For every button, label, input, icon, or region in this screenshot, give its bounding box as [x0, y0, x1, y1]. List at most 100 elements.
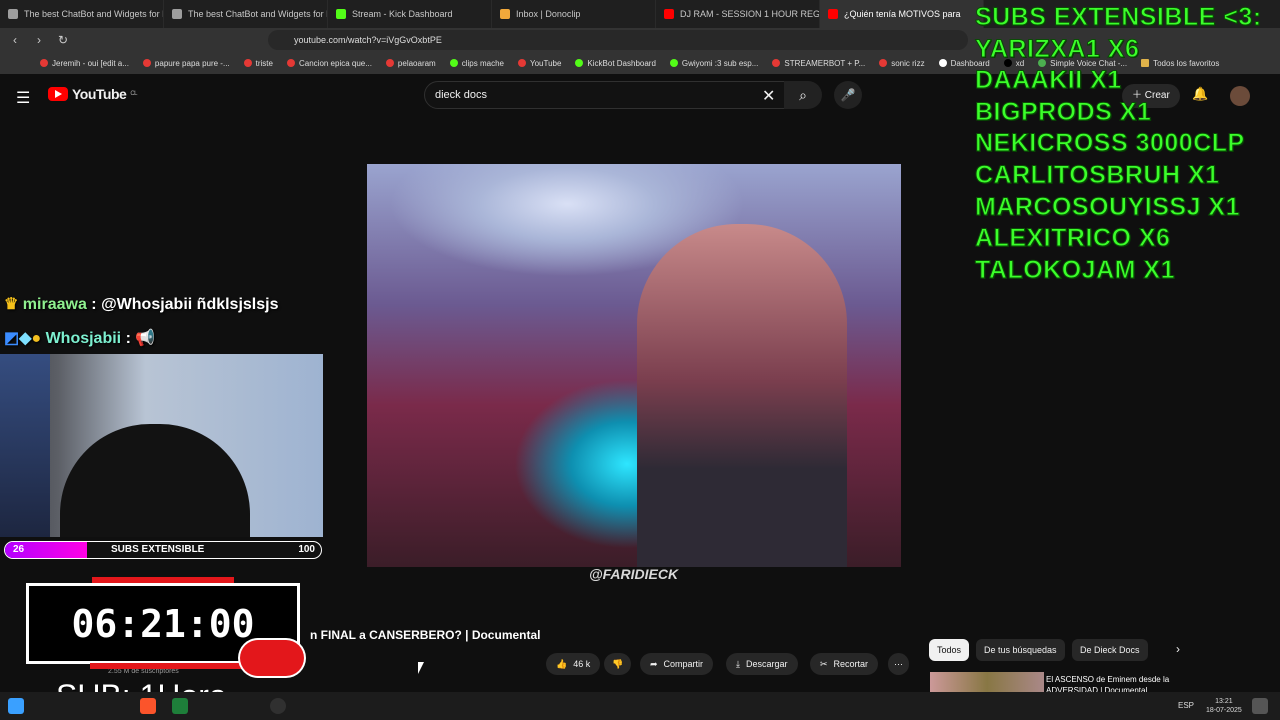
subs-list-title: SUBS EXTENSIBLE <3:	[975, 3, 1262, 32]
goal-target: 100	[298, 544, 315, 555]
bookmark-icon	[142, 59, 151, 67]
video-watermark: @FARIDIECK	[589, 566, 679, 582]
donoclip-icon	[500, 9, 510, 19]
subs-list-item: CARLITOSBRUH X1	[975, 160, 1220, 189]
brave-icon[interactable]	[140, 698, 156, 714]
youtube-icon	[664, 9, 674, 19]
scissors-icon: ✂	[820, 659, 828, 669]
search-button[interactable]: ⌕	[784, 81, 822, 109]
coin-icon: ●	[31, 330, 42, 347]
bookmark-icon	[772, 59, 781, 67]
browser-tab[interactable]: The best ChatBot and Widgets for Ki	[164, 0, 328, 28]
browser-tab[interactable]: The best ChatBot and Widgets for Ki	[0, 0, 164, 28]
subs-list-item: MARCOSOUYISSJ X1	[975, 192, 1241, 221]
subs-list-overlay: SUBS EXTENSIBLE <3: YARIZXA1 X6 DAAAKII …	[975, 2, 1262, 286]
subs-list-item: ALEXITRICO X6	[975, 224, 1171, 253]
browser-tab[interactable]: Inbox | Donoclip	[492, 0, 656, 28]
more-actions-button[interactable]: ⋯	[888, 653, 909, 675]
bookmark-icon	[517, 59, 526, 67]
crown-icon: ♛	[4, 296, 19, 313]
clip-button[interactable]: ✂ Recortar	[810, 653, 879, 675]
bookmark-icon	[938, 59, 947, 67]
youtube-play-icon	[48, 87, 68, 101]
excel-icon[interactable]	[172, 698, 188, 714]
tab-favicon-icon	[172, 9, 182, 19]
emote-icon: 📢	[135, 330, 156, 347]
bookmark[interactable]: Cancion epica que...	[286, 59, 372, 68]
windows-taskbar: ESP	[0, 692, 1280, 720]
bookmark[interactable]: YouTube	[517, 59, 561, 68]
mouse-cursor-icon	[418, 662, 424, 674]
chip-from-channel[interactable]: De Dieck Docs	[1072, 639, 1148, 661]
bookmark-icon	[286, 59, 295, 67]
bookmark-icon	[40, 59, 48, 67]
kick-icon	[336, 9, 346, 19]
bookmark-icon	[449, 59, 458, 67]
browser-tab[interactable]: DJ RAM - SESSION 1 HOUR REGGAE	[656, 0, 820, 28]
bookmark[interactable]: sonic rizz	[879, 59, 925, 68]
video-player[interactable]	[367, 164, 901, 567]
obs-icon[interactable]	[270, 698, 286, 714]
video-frame-person	[637, 224, 847, 567]
share-button[interactable]: ➦ Compartir	[640, 653, 714, 675]
language-indicator[interactable]: ESP	[1178, 701, 1194, 710]
clear-search-icon[interactable]: ✕	[762, 86, 775, 106]
goal-label: SUBS EXTENSIBLE	[111, 544, 205, 555]
bookmark[interactable]: STREAMERBOT + P...	[772, 59, 865, 68]
subs-list-item: DAAAKII X1	[975, 66, 1122, 95]
youtube-icon	[828, 9, 838, 19]
youtube-logo[interactable]: YouTube CL	[48, 86, 137, 102]
bookmark[interactable]: papure papa pure -...	[142, 59, 230, 68]
chip-all[interactable]: Todos	[929, 639, 970, 661]
start-icon[interactable]	[8, 698, 24, 714]
webcam-background-poster	[0, 354, 50, 537]
notifications-center-icon[interactable]	[1252, 698, 1268, 714]
chat-message: ♛ miraawa : @Whosjabii ñdklsjslsjs	[4, 296, 279, 313]
gem-icon: ◆	[19, 330, 32, 347]
webcam-feed	[0, 354, 323, 537]
bookmark[interactable]: Jeremih - oui [edit a...	[40, 59, 129, 68]
bookmark-icon	[575, 59, 584, 67]
thumbs-down-icon: 👎	[612, 659, 624, 669]
download-icon: ⤓	[736, 659, 740, 669]
video-title: n FINAL a CANSERBERO? | Documental	[310, 628, 541, 642]
download-button[interactable]: ⤓ Descargar	[726, 653, 798, 675]
reload-icon[interactable]: ↻	[54, 33, 72, 47]
chat-text: @Whosjabii ñdklsjslsjs	[101, 296, 279, 313]
dislike-button[interactable]: 👎	[604, 653, 632, 675]
bookmark[interactable]: clips mache	[449, 59, 504, 68]
subscriber-count: 2.55 M de suscriptores	[108, 668, 179, 675]
bookmark[interactable]: triste	[243, 59, 273, 68]
bookmark-icon	[385, 59, 394, 67]
subs-list-item: BIGPRODS X1	[975, 97, 1152, 126]
voice-search-icon[interactable]: 🎤	[834, 81, 862, 109]
chevron-right-icon[interactable]: ›	[1176, 642, 1180, 656]
subs-list-item: NEKICROSS 3000CLP	[975, 129, 1245, 158]
search-input[interactable]: dieck docs	[424, 81, 788, 109]
url-field[interactable]: youtube.com/watch?v=iVgGvOxbtPE	[268, 30, 968, 50]
like-button[interactable]: 👍 46 k	[546, 653, 601, 675]
share-icon: ➦	[650, 659, 658, 669]
akatsuki-cloud-icon	[240, 640, 304, 676]
back-icon[interactable]: ‹	[6, 33, 24, 47]
menu-icon[interactable]: ☰	[16, 88, 30, 108]
chat-message: ◩◆● Whosjabii : 📢	[4, 330, 156, 347]
chip-from-searches[interactable]: De tus búsquedas	[976, 639, 1065, 661]
forward-icon[interactable]: ›	[30, 33, 48, 47]
badge-icon: ◩	[4, 330, 20, 347]
bookmark[interactable]: Gwiyomi :3 sub esp...	[669, 59, 758, 68]
bookmark[interactable]: pelaoaram	[385, 59, 436, 68]
more-icon: ⋯	[894, 659, 903, 669]
browser-tab[interactable]: Stream - Kick Dashboard	[328, 0, 492, 28]
bookmark-icon	[669, 59, 678, 67]
chat-username: miraawa	[22, 296, 87, 313]
recommended-thumbnail[interactable]	[930, 672, 1044, 694]
bookmark-icon	[879, 59, 888, 67]
browser-tab-active[interactable]: ¿Quién tenía MOTIVOS para	[820, 0, 984, 28]
bookmark[interactable]: KickBot Dashboard	[575, 59, 656, 68]
goal-current: 26	[13, 544, 25, 555]
subs-list-item: YARIZXA1 X6	[975, 34, 1140, 63]
webcam-person	[60, 424, 250, 537]
chat-username: Whosjabii	[45, 330, 122, 347]
taskbar-clock[interactable]: 13:21 18-07-2025	[1206, 697, 1242, 715]
